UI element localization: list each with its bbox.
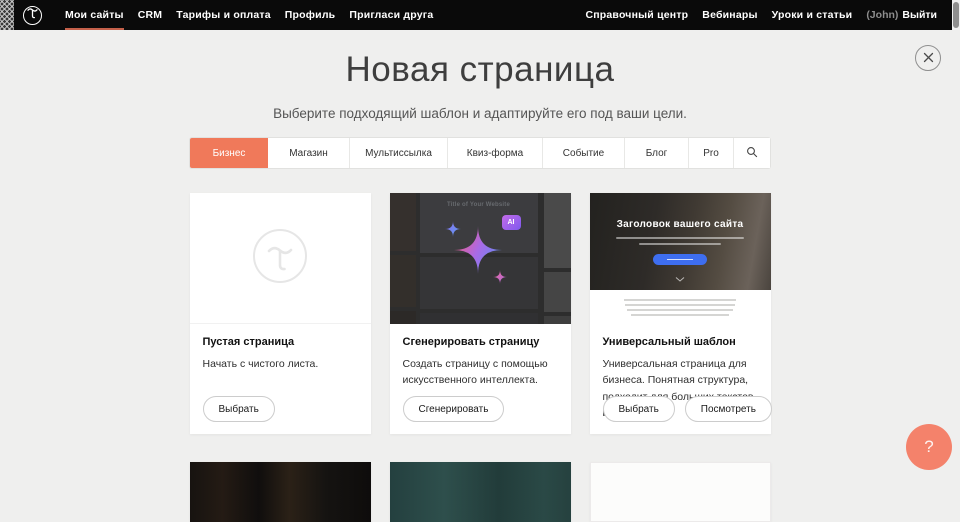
- nav-item-profile[interactable]: Профиль: [278, 0, 343, 30]
- card-actions: Выбрать: [203, 396, 275, 422]
- card-universal-template: Заголовок вашего сайта Унив: [590, 193, 771, 434]
- template-category-tabs: Бизнес Магазин Мультиссылка Квиз-форма С…: [190, 138, 770, 168]
- template-preview: [590, 462, 771, 522]
- nav-item-crm[interactable]: CRM: [131, 0, 170, 30]
- tilda-watermark-icon: [251, 227, 309, 290]
- close-button[interactable]: [915, 45, 941, 71]
- question-mark-icon: ?: [924, 437, 933, 457]
- top-nav: Мои сайты CRM Тарифы и оплата Профиль Пр…: [0, 0, 960, 30]
- card-description: Создать страницу с помощью искусственног…: [403, 356, 558, 389]
- tilda-logo[interactable]: [23, 6, 42, 25]
- page-scrollbar[interactable]: [952, 0, 960, 30]
- card-actions: Выбрать Посмотреть: [603, 396, 772, 422]
- placeholder-text-line: [616, 237, 744, 239]
- ai-sparkle-icon: [390, 193, 571, 324]
- card-body: Пустая страница Начать с чистого листа.: [190, 324, 371, 372]
- card-blank-page: Пустая страница Начать с чистого листа. …: [190, 193, 371, 434]
- logout-link[interactable]: (John) Выйти: [859, 0, 944, 30]
- card-title: Универсальный шаблон: [603, 336, 758, 348]
- nav-item-invite-friend[interactable]: Пригласи друга: [342, 0, 440, 30]
- search-icon: [746, 146, 758, 161]
- template-hero-button: [653, 254, 707, 265]
- tab-pro[interactable]: Pro: [689, 138, 734, 168]
- card-description: Начать с чистого листа.: [203, 356, 358, 372]
- card-actions: Сгенерировать: [403, 396, 505, 422]
- placeholder-text-line: [667, 259, 693, 261]
- chevron-down-icon: [675, 269, 685, 287]
- blank-page-preview: [190, 193, 371, 324]
- ai-badge: AI: [502, 215, 521, 230]
- tab-blog[interactable]: Блог: [625, 138, 689, 168]
- tab-business[interactable]: Бизнес: [190, 138, 268, 168]
- template-card-grid: Пустая страница Начать с чистого листа. …: [190, 193, 771, 522]
- nav-item-plans[interactable]: Тарифы и оплата: [169, 0, 278, 30]
- page-subtitle: Выберите подходящий шаблон и адаптируйте…: [0, 106, 960, 121]
- template-hero-preview: Заголовок вашего сайта: [590, 193, 771, 290]
- template-hero-title: Заголовок вашего сайта: [590, 193, 771, 230]
- card-title: Сгенерировать страницу: [403, 336, 558, 348]
- placeholder-text-line: [625, 304, 735, 306]
- template-preview: Заголовок вашего сайта: [590, 193, 771, 324]
- template-card-partial[interactable]: [590, 462, 771, 522]
- nav-item-help-center[interactable]: Справочный центр: [578, 0, 695, 30]
- tilda-logo-icon: [27, 6, 38, 24]
- template-preview: [190, 462, 371, 522]
- placeholder-text-line: [639, 243, 721, 245]
- card-generate-ai: Title of Your Website: [390, 193, 571, 434]
- placeholder-text-line: [631, 314, 729, 316]
- choose-template-button[interactable]: Выбрать: [603, 396, 675, 422]
- tab-quiz-form[interactable]: Квиз-форма: [448, 138, 543, 168]
- nav-item-webinars[interactable]: Вебинары: [695, 0, 764, 30]
- user-name: (John): [866, 9, 898, 21]
- page-title: Новая страница: [0, 50, 960, 90]
- nav-item-my-sites[interactable]: Мои сайты: [58, 0, 131, 30]
- card-body: Сгенерировать страницу Создать страницу …: [390, 324, 571, 389]
- corner-pattern-decoration: [0, 0, 14, 30]
- generate-button[interactable]: Сгенерировать: [403, 396, 505, 422]
- template-preview: [390, 462, 571, 522]
- help-chat-button[interactable]: ?: [906, 424, 952, 470]
- logout-label: Выйти: [902, 9, 937, 21]
- choose-blank-button[interactable]: Выбрать: [203, 396, 275, 422]
- tab-event[interactable]: Событие: [543, 138, 625, 168]
- tab-search[interactable]: [734, 138, 770, 168]
- template-text-section: [590, 290, 771, 324]
- template-card-partial[interactable]: [190, 462, 371, 522]
- placeholder-text-line: [624, 299, 736, 301]
- ai-preview-collage: Title of Your Website: [390, 193, 571, 324]
- nav-right-group: Справочный центр Вебинары Уроки и статьи…: [578, 0, 944, 30]
- scrollbar-thumb[interactable]: [953, 2, 959, 28]
- preview-template-button[interactable]: Посмотреть: [685, 396, 772, 422]
- nav-item-lessons[interactable]: Уроки и статьи: [765, 0, 860, 30]
- placeholder-text-line: [627, 309, 733, 311]
- tab-multilink[interactable]: Мультиссылка: [350, 138, 448, 168]
- template-card-partial[interactable]: [390, 462, 571, 522]
- nav-left-group: Мои сайты CRM Тарифы и оплата Профиль Пр…: [58, 0, 440, 30]
- close-icon: [923, 51, 934, 66]
- card-title: Пустая страница: [203, 336, 358, 348]
- tab-store[interactable]: Магазин: [268, 138, 350, 168]
